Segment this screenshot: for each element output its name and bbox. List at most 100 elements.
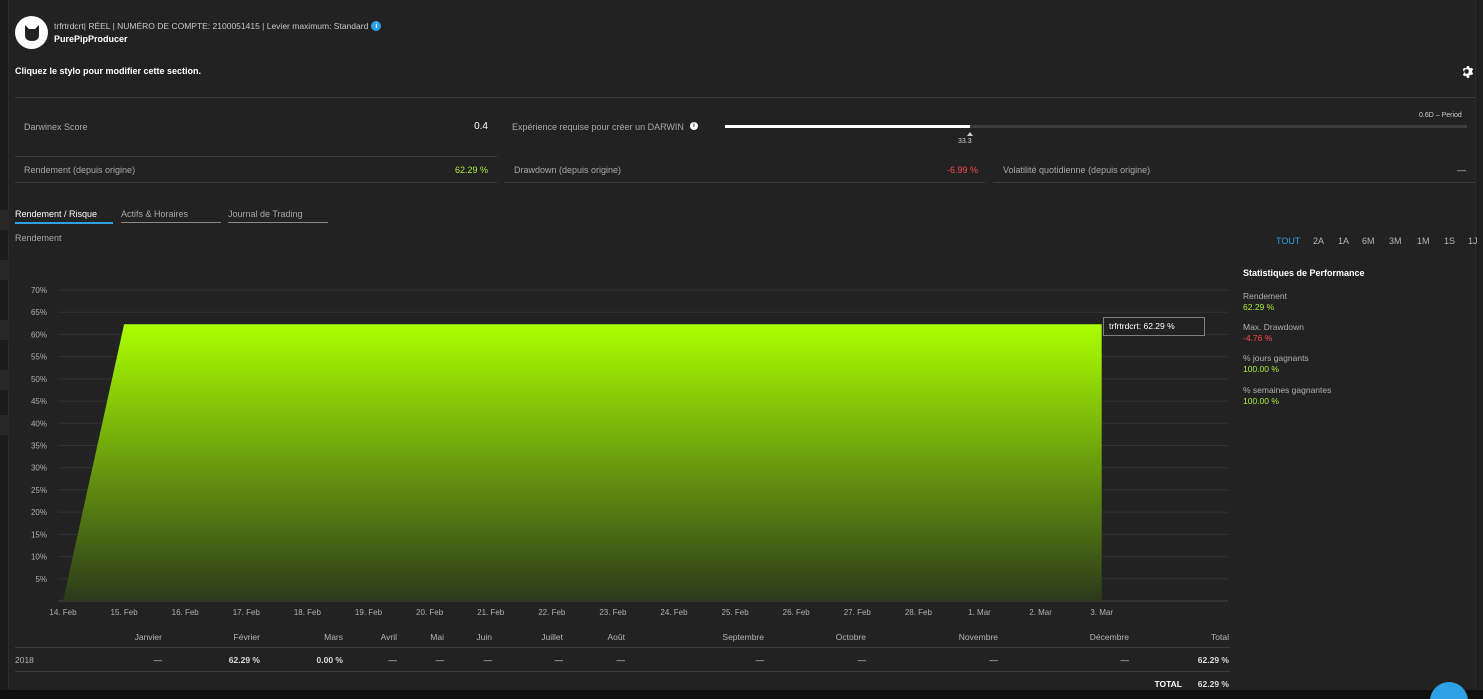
rendement-value: 62.29 % (454, 165, 488, 175)
table-cell: — (616, 655, 626, 665)
x-tick-label: 1. Mar (968, 608, 991, 617)
x-tick-label: 15. Feb (111, 608, 139, 617)
x-tick-label: 19. Feb (355, 608, 383, 617)
x-tick-label: 25. Feb (722, 608, 750, 617)
producer-name: PurePipProducer (54, 34, 128, 44)
info-icon[interactable]: i (371, 21, 382, 31)
table-year: 2018 (15, 655, 34, 665)
table-divider (15, 647, 1230, 648)
table-cell: — (989, 655, 999, 665)
stat-label: % semaines gagnantes (1243, 385, 1332, 395)
x-tick-label: 17. Feb (233, 608, 261, 617)
table-cell: — (755, 655, 765, 665)
strip-mark (0, 260, 9, 280)
y-tick-label: 35% (31, 442, 47, 451)
y-tick-label: 70% (31, 286, 47, 295)
account-line: trfrtrdcrt| RÉEL | NUMÉRO DE COMPTE: 210… (54, 21, 382, 31)
y-tick-label: 60% (31, 330, 47, 339)
chat-button[interactable] (1430, 682, 1468, 699)
y-tick-label: 50% (31, 375, 47, 384)
month-header: Septembre (722, 632, 764, 642)
period-1s[interactable]: 1S (1444, 236, 1455, 246)
x-tick-label: 3. Mar (1090, 608, 1113, 617)
stat-label: Rendement (1243, 291, 1287, 301)
period-1a[interactable]: 1A (1338, 236, 1349, 246)
x-tick-label: 16. Feb (172, 608, 200, 617)
x-tick-label: 20. Feb (416, 608, 444, 617)
x-tick-label: 24. Feb (660, 608, 688, 617)
month-header: Janvier (134, 632, 162, 642)
tab-journal-trading[interactable]: Journal de Trading (228, 209, 328, 223)
experience-marker-value: 33.3 (958, 138, 972, 145)
x-tick-label: 18. Feb (294, 608, 322, 617)
stat-value: 100.00 % (1243, 364, 1279, 374)
y-tick-label: 30% (31, 464, 47, 473)
stat-label: Max. Drawdown (1243, 322, 1304, 332)
darwinex-score-value: 0.4 (474, 121, 488, 132)
series-area (63, 324, 1102, 601)
period-1m[interactable]: 1M (1417, 236, 1430, 246)
drawdown-value: -6.99 % (946, 165, 978, 175)
right-scroll-strip[interactable] (1475, 0, 1483, 699)
volatilite-label: Volatilité quotidienne (depuis origine) (1003, 165, 1151, 175)
y-tick-label: 20% (31, 508, 47, 517)
experience-progress-fill (725, 125, 970, 128)
experience-progress-track (725, 125, 1467, 128)
month-header: Octobre (835, 632, 866, 642)
period-6m[interactable]: 6M (1362, 236, 1375, 246)
y-tick-label: 40% (31, 419, 47, 428)
table-cell: — (1120, 655, 1130, 665)
table-cell: 62.29 % (1197, 655, 1229, 665)
stat-value: 100.00 % (1243, 396, 1279, 406)
stat-value: -4.76 % (1243, 333, 1273, 343)
month-header: Novembre (958, 632, 998, 642)
drawdown-label: Drawdown (depuis origine) (514, 165, 622, 175)
table-divider (15, 671, 1230, 672)
metrics-divider (993, 182, 1475, 183)
cat-logo-icon (24, 24, 39, 41)
y-tick-label: 25% (31, 486, 47, 495)
y-tick-label: 5% (35, 575, 47, 584)
metrics-divider (15, 182, 497, 183)
month-header: Août (607, 632, 626, 642)
metrics-divider (15, 156, 497, 157)
x-tick-label: 27. Feb (844, 608, 872, 617)
x-tick-label: 22. Feb (538, 608, 566, 617)
gear-icon[interactable] (1461, 65, 1475, 79)
experience-label: Expérience requise pour créer un DARWIN (512, 122, 684, 132)
metrics-divider (504, 182, 985, 183)
table-cell: 62.29 % (228, 655, 260, 665)
table-cell: — (153, 655, 163, 665)
period-3m[interactable]: 3M (1389, 236, 1402, 246)
rendement-chart: 5% 10% 15% 20% 25% 30% 35% 40% 45% 50% 55% 60% 65% 70… (31, 286, 1228, 617)
month-header: Décembre (1089, 632, 1129, 642)
x-tick-label: 21. Feb (477, 608, 505, 617)
experience-info-icon[interactable]: i (690, 122, 698, 130)
edit-hint: Cliquez le stylo pour modifier cette sec… (15, 66, 202, 76)
volatilite-value: — (1457, 165, 1466, 175)
x-tick-label: 28. Feb (905, 608, 933, 617)
y-tick-label: 65% (31, 308, 47, 317)
strip-mark (0, 210, 9, 230)
table-cell: — (857, 655, 867, 665)
bottom-bar (0, 690, 1483, 699)
stats-title: Statistiques de Performance (1243, 268, 1365, 278)
table-total-value: 62.29 % (1197, 679, 1229, 689)
y-tick-label: 45% (31, 397, 47, 406)
month-header: Total (1211, 632, 1229, 642)
period-tout[interactable]: TOUT (1276, 236, 1300, 246)
tab-rendement-risque[interactable]: Rendement / Risque (15, 209, 113, 224)
tab-actifs-horaires[interactable]: Actifs & Horaires (121, 209, 221, 223)
rendement-label: Rendement (depuis origine) (24, 165, 136, 175)
period-2a[interactable]: 2A (1313, 236, 1324, 246)
stat-label: % jours gagnants (1243, 353, 1309, 363)
experience-marker-icon (967, 132, 973, 136)
period-1j[interactable]: 1J (1468, 236, 1478, 246)
y-tick-label: 15% (31, 530, 47, 539)
table-total-label: TOTAL (1154, 679, 1182, 689)
month-header: Février (233, 632, 260, 642)
y-tick-label: 10% (31, 553, 47, 562)
section-label: Rendement (15, 233, 62, 243)
avatar (15, 16, 48, 49)
x-tick-label: 26. Feb (783, 608, 811, 617)
